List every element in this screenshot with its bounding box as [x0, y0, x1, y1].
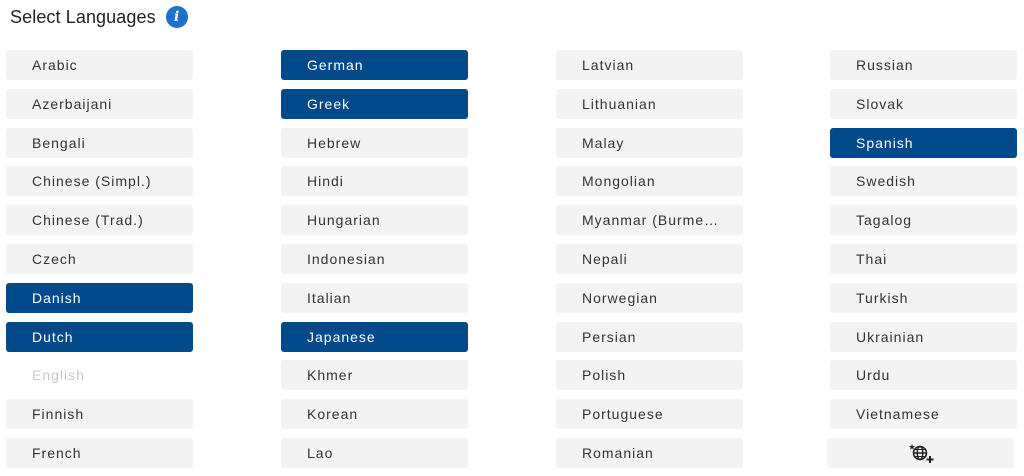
language-option-label: Persian	[582, 328, 637, 345]
language-option-vietnamese[interactable]: Vietnamese	[830, 399, 1017, 430]
language-option-label: Arabic	[32, 57, 78, 73]
language-option-label: Turkish	[856, 289, 909, 306]
language-option-bengali[interactable]: Bengali	[6, 127, 193, 158]
language-option-hindi[interactable]: Hindi	[281, 166, 468, 197]
language-option-label: Mongolian	[582, 173, 656, 190]
language-option-english: English	[6, 360, 193, 390]
language-option-label: Spanish	[856, 134, 914, 151]
language-option-label: Chinese (Simpl.)	[32, 173, 152, 190]
language-option-label: Thai	[856, 251, 888, 267]
language-option-russian[interactable]: Russian	[830, 50, 1017, 80]
language-option-label: Japanese	[307, 328, 376, 345]
add-language-button[interactable]	[827, 438, 1014, 468]
language-option-thai[interactable]: Thai	[830, 244, 1017, 274]
language-option-label: Bengali	[32, 134, 86, 151]
language-option-japanese[interactable]: Japanese	[281, 321, 468, 352]
language-option-danish[interactable]: Danish	[6, 282, 193, 313]
language-option-nepali[interactable]: Nepali	[556, 244, 743, 274]
language-option-mongolian[interactable]: Mongolian	[556, 166, 743, 197]
language-option-lithuanian[interactable]: Lithuanian	[556, 88, 743, 119]
language-option-chinese-trad[interactable]: Chinese (Trad.)	[6, 205, 193, 236]
language-option-french[interactable]: French	[6, 438, 193, 468]
language-option-label: Ukrainian	[856, 328, 925, 345]
language-option-label: Lao	[307, 445, 334, 461]
language-option-label: English	[32, 367, 85, 384]
language-option-tagalog[interactable]: Tagalog	[830, 205, 1017, 236]
language-option-slovak[interactable]: Slovak	[830, 88, 1017, 119]
language-option-label: Finnish	[32, 406, 85, 423]
language-option-urdu[interactable]: Urdu	[830, 360, 1017, 391]
language-option-norwegian[interactable]: Norwegian	[556, 282, 743, 313]
language-option-label: Hebrew	[307, 134, 362, 151]
language-option-label: Azerbaijani	[32, 95, 113, 112]
language-option-czech[interactable]: Czech	[6, 244, 193, 274]
language-option-latvian[interactable]: Latvian	[556, 50, 743, 80]
language-option-label: Nepali	[582, 251, 628, 267]
language-option-label: Korean	[307, 406, 359, 423]
language-option-swedish[interactable]: Swedish	[830, 166, 1017, 197]
language-option-label: Greek	[307, 95, 351, 112]
language-option-indonesian[interactable]: Indonesian	[281, 244, 468, 274]
language-option-label: Indonesian	[307, 251, 386, 267]
language-option-khmer[interactable]: Khmer	[281, 360, 468, 391]
language-option-label: Norwegian	[582, 289, 658, 306]
language-grid: Arabic Azerbaijani Bengali Chinese (Simpl.)…	[0, 0, 1024, 476]
add-language-globe-icon	[908, 444, 933, 463]
language-option-label: Hindi	[307, 173, 344, 190]
language-option-label: Danish	[32, 289, 82, 306]
language-option-korean[interactable]: Korean	[281, 399, 468, 430]
language-option-label: Lithuanian	[582, 95, 657, 112]
language-option-dutch[interactable]: Dutch	[6, 321, 193, 352]
language-option-label: Latvian	[582, 57, 635, 73]
language-option-turkish[interactable]: Turkish	[830, 282, 1017, 313]
language-option-label: Swedish	[856, 173, 916, 190]
language-option-label: German	[307, 57, 364, 73]
language-option-label: Urdu	[856, 367, 891, 384]
language-option-malay[interactable]: Malay	[556, 127, 743, 158]
language-option-hebrew[interactable]: Hebrew	[281, 127, 468, 158]
language-option-greek[interactable]: Greek	[281, 88, 468, 119]
language-option-label: Myanmar (Burme…	[582, 212, 720, 229]
language-option-label: Italian	[307, 289, 352, 306]
language-option-label: Slovak	[856, 95, 905, 112]
language-option-myanmar-burme[interactable]: Myanmar (Burme…	[556, 205, 743, 236]
language-option-german[interactable]: German	[281, 50, 468, 80]
language-option-label: Khmer	[307, 367, 354, 384]
language-option-label: Polish	[582, 367, 627, 384]
language-option-hungarian[interactable]: Hungarian	[281, 205, 468, 236]
language-option-ukrainian[interactable]: Ukrainian	[830, 321, 1017, 352]
language-option-label: Tagalog	[856, 212, 913, 229]
language-option-label: Hungarian	[307, 212, 381, 229]
language-option-azerbaijani[interactable]: Azerbaijani	[6, 88, 193, 119]
language-option-finnish[interactable]: Finnish	[6, 399, 193, 430]
language-option-chinese-simpl[interactable]: Chinese (Simpl.)	[6, 166, 193, 197]
language-option-portuguese[interactable]: Portuguese	[556, 399, 743, 430]
language-option-lao[interactable]: Lao	[281, 438, 468, 468]
language-option-label: Portuguese	[582, 406, 664, 423]
language-option-spanish[interactable]: Spanish	[830, 127, 1017, 158]
language-option-label: French	[32, 445, 82, 461]
language-option-label: Romanian	[582, 445, 654, 461]
language-option-label: Russian	[856, 57, 914, 73]
language-option-label: Chinese (Trad.)	[32, 212, 144, 229]
language-option-label: Malay	[582, 134, 625, 151]
language-option-label: Dutch	[32, 328, 74, 345]
language-option-arabic[interactable]: Arabic	[6, 50, 193, 80]
language-option-romanian[interactable]: Romanian	[556, 438, 743, 468]
language-option-label: Czech	[32, 251, 77, 267]
language-option-polish[interactable]: Polish	[556, 360, 743, 391]
language-option-label: Vietnamese	[856, 406, 940, 423]
language-option-persian[interactable]: Persian	[556, 321, 743, 352]
language-option-italian[interactable]: Italian	[281, 282, 468, 313]
